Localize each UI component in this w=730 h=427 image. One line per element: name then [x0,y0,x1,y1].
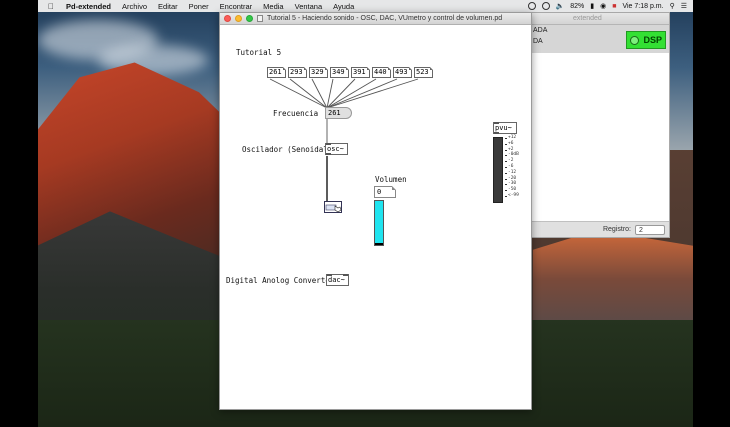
dac-object-label: dac~ [328,276,345,284]
pd-main-toolbar: ADA DA DSP [531,25,669,53]
osc-object-label: osc~ [327,145,344,153]
desktop:  Pd-extended Archivo Editar Poner Encon… [38,0,693,427]
dac-object[interactable]: dac~ [326,274,349,286]
vu-meter-scale: +12 +6 +2 -0dB -2 -6 -12 -20 -30 -50 <-99 [505,135,519,199]
patch-canvas[interactable]: Tutorial 5 261 293 329 349 391 440 493 5… [220,26,531,409]
menu-encontrar[interactable]: Encontrar [220,2,253,11]
dsp-toggle-button[interactable]: DSP [626,31,666,49]
dsp-label: DSP [643,35,662,45]
volume-slider[interactable] [374,200,384,246]
battery-icon[interactable]: ▮ [590,2,594,10]
dac-inlet-right[interactable] [343,274,348,276]
menu-ventana[interactable]: Ventana [295,2,323,11]
volume-icon[interactable]: 🔈 [556,2,565,10]
dsp-checkbox-icon [630,35,639,45]
midi-status-text: DA [533,38,543,45]
pvu-outlet[interactable] [494,132,499,134]
osc-inlet[interactable] [326,143,331,145]
comment-frecuencia: Frecuencia [273,109,319,118]
message-box-261[interactable]: 261 [267,67,286,78]
close-window-icon[interactable] [224,15,231,22]
menu-editar[interactable]: Editar [158,2,178,11]
minimize-window-icon[interactable] [235,15,242,22]
message-box-391[interactable]: 391 [351,67,370,78]
message-box-349[interactable]: 349 [330,67,349,78]
sync-icon[interactable] [541,2,550,10]
patch-title: Tutorial 5 - Haciendo sonido - OSC, DAC,… [267,15,503,22]
menu-poner[interactable]: Poner [189,2,209,11]
volume-slider-knob[interactable] [375,243,383,245]
menu-media[interactable]: Media [263,2,283,11]
audio-status-text: ADA [533,27,548,34]
comment-dac: Digital Anolog Converter [226,276,335,285]
vu-scale-label: <-99 [505,193,519,199]
osc-object[interactable]: osc~ [325,143,348,155]
message-box-523[interactable]: 523 [414,67,433,78]
dac-inlet-left[interactable] [327,274,332,276]
menu-ayuda[interactable]: Ayuda [333,2,354,11]
patch-window: Tutorial 5 - Haciendo sonido - OSC, DAC,… [219,12,532,410]
cursor-hand-icon [325,204,342,213]
pd-main-window: extended ADA DA DSP Registro: 2 [530,12,670,238]
menu-app-name[interactable]: Pd-extended [66,2,111,11]
pd-main-title: extended [573,15,602,22]
pvu-object-label: pvu~ [495,124,512,132]
frequency-number-box[interactable]: 261 [325,107,352,119]
multiply-object[interactable] [324,201,342,213]
log-level-select[interactable]: 2 [635,224,665,235]
apple-menu-icon[interactable]:  [44,2,58,11]
vu-meter [493,137,503,203]
comment-volumen: Volumen [375,175,407,184]
message-box-293[interactable]: 293 [288,67,307,78]
spotlight-search-icon[interactable]: ⚲ [670,2,675,10]
record-icon[interactable] [527,2,536,10]
pd-console[interactable] [531,53,669,223]
status-area: 🔈 82% ▮ ◉ ■ Vie 7:18 p.m. ⚲ ☰ [527,0,687,12]
comment-tutorial: Tutorial 5 [236,48,282,57]
pvu-inlet[interactable] [494,122,499,124]
comment-oscilador: Oscilador (Senoidal) [242,145,333,154]
menu-archivo[interactable]: Archivo [122,2,147,11]
volume-slider-fill [375,201,383,245]
zoom-window-icon[interactable] [246,15,253,22]
message-box-493[interactable]: 493 [393,67,412,78]
message-box-329[interactable]: 329 [309,67,328,78]
pvu-object[interactable]: pvu~ [493,122,517,134]
notification-center-icon[interactable]: ☰ [681,2,687,10]
message-box-440[interactable]: 440 [372,67,391,78]
volume-number-box[interactable]: 0 [374,186,396,198]
clock[interactable]: Vie 7:18 p.m. [622,3,663,10]
pd-main-titlebar[interactable]: extended [531,13,669,25]
patch-titlebar[interactable]: Tutorial 5 - Haciendo sonido - OSC, DAC,… [220,13,531,25]
wifi-icon[interactable]: ◉ [600,2,606,10]
log-level-label: Registro: [602,226,631,233]
pd-main-footer: Registro: 2 [531,221,669,237]
flag-icon[interactable]: ■ [612,3,616,10]
menu-bar:  Pd-extended Archivo Editar Poner Encon… [38,0,693,12]
osc-outlet[interactable] [326,153,331,155]
battery-percent[interactable]: 82% [570,3,584,10]
document-icon [257,15,263,22]
